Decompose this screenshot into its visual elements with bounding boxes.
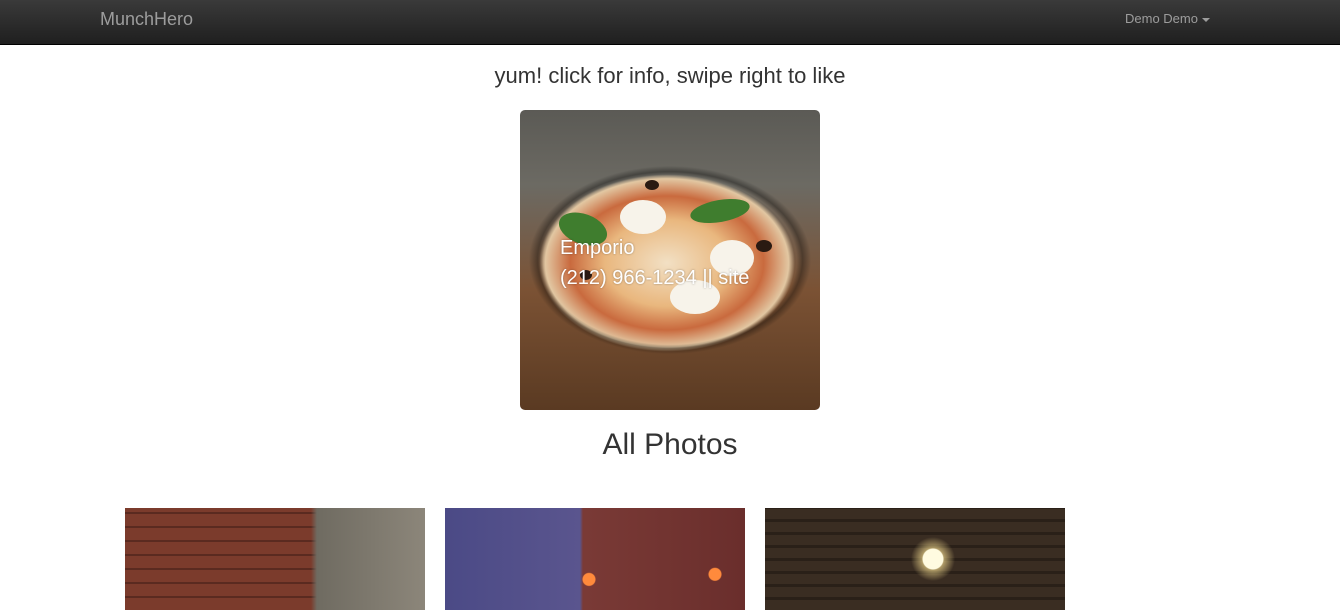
caret-down-icon	[1201, 17, 1210, 22]
site-link[interactable]: site	[718, 267, 749, 289]
char-spot	[645, 180, 659, 190]
contact-line: (212) 966-1234 || site	[560, 263, 749, 293]
restaurant-phone: (212) 966-1234	[560, 267, 697, 289]
photo-thumbnail[interactable]	[765, 508, 1065, 610]
user-name: Demo Demo	[1125, 11, 1198, 26]
tagline: yum! click for info, swipe right to like	[494, 63, 846, 88]
user-menu-dropdown[interactable]: Demo Demo	[1125, 11, 1210, 26]
all-photos-heading: All Photos	[602, 428, 738, 461]
card-info-overlay: Emporio (212) 966-1234 || site	[560, 233, 749, 293]
basil-leaf	[688, 194, 752, 228]
mozzarella	[620, 200, 666, 234]
separator: ||	[702, 267, 713, 289]
restaurant-card[interactable]: Emporio (212) 966-1234 || site	[520, 110, 820, 410]
navbar: MunchHero Demo Demo	[0, 0, 1340, 45]
photo-thumbnail[interactable]	[125, 508, 425, 610]
brand-link[interactable]: MunchHero	[100, 9, 193, 30]
photo-thumbnail[interactable]	[445, 508, 745, 610]
char-spot	[756, 240, 772, 252]
restaurant-name: Emporio	[560, 237, 635, 259]
